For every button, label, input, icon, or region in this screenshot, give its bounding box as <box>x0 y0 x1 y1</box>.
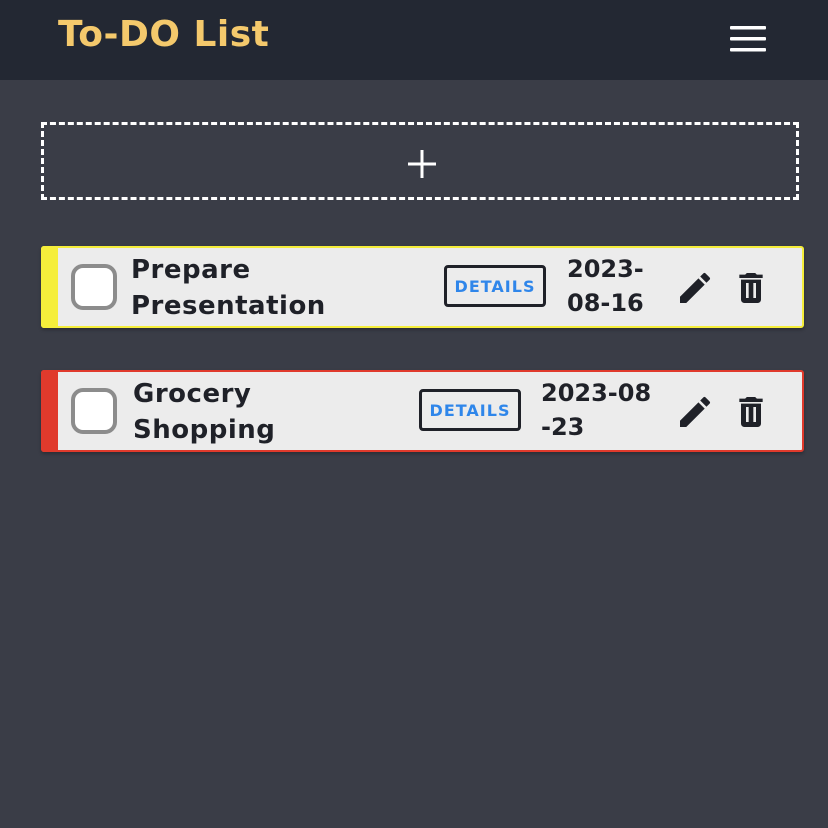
task-card: Grocery Shopping DETAILS 2023-08-23 <box>41 370 804 452</box>
app-header: To-DO List <box>0 0 828 80</box>
pencil-icon <box>680 396 711 427</box>
details-button[interactable]: DETAILS <box>444 265 546 307</box>
delete-button[interactable] <box>731 392 771 432</box>
priority-stripe <box>41 246 58 328</box>
edit-button[interactable] <box>675 392 715 432</box>
menu-button[interactable] <box>722 20 774 58</box>
hamburger-menu-icon <box>730 26 766 52</box>
task-complete-checkbox[interactable] <box>71 264 117 310</box>
add-task-button[interactable] <box>41 122 799 200</box>
edit-button[interactable] <box>675 268 715 308</box>
details-button[interactable]: DETAILS <box>419 389 521 431</box>
trash-icon <box>739 273 763 303</box>
task-complete-checkbox[interactable] <box>71 388 117 434</box>
trash-icon <box>739 397 763 427</box>
app-title: To-DO List <box>58 14 270 55</box>
pencil-icon <box>680 272 711 303</box>
task-title: Grocery Shopping <box>133 379 276 445</box>
task-card: Prepare Presentation DETAILS 2023-08-16 <box>41 246 804 328</box>
task-title: Prepare Presentation <box>131 255 326 321</box>
due-date: 2023-08-23 <box>541 379 652 441</box>
priority-stripe <box>41 370 58 452</box>
plus-icon <box>408 150 436 178</box>
delete-button[interactable] <box>731 268 771 308</box>
due-date: 2023-08-16 <box>567 255 644 317</box>
